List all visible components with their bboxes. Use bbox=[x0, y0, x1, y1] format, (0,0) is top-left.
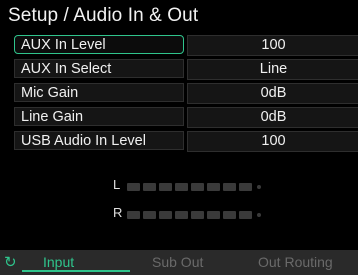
meter-peak-dot bbox=[257, 185, 261, 189]
meter-segment bbox=[223, 211, 236, 219]
tab-input[interactable]: Input bbox=[43, 254, 74, 270]
meter-segment bbox=[175, 211, 188, 219]
setting-value[interactable]: 100 bbox=[187, 131, 358, 152]
setting-value[interactable]: Line bbox=[187, 59, 358, 80]
meter-segment bbox=[175, 183, 188, 191]
meter-segment bbox=[143, 211, 156, 219]
meter-segment bbox=[159, 183, 172, 191]
tab-out-routing[interactable]: Out Routing bbox=[258, 254, 333, 270]
meter-segment bbox=[239, 183, 252, 191]
setting-row-mic-gain[interactable]: Mic Gain 0dB bbox=[14, 83, 358, 104]
meter-segment bbox=[223, 183, 236, 191]
setting-label: USB Audio In Level bbox=[14, 131, 184, 150]
setting-value[interactable]: 100 bbox=[187, 35, 358, 56]
meter-segment bbox=[143, 183, 156, 191]
tab-bar: ↻ Input Sub Out Out Routing bbox=[0, 250, 358, 275]
meter-segment bbox=[159, 211, 172, 219]
meter-segment bbox=[127, 183, 140, 191]
meter-segment bbox=[191, 183, 204, 191]
meter-peak-dot bbox=[257, 213, 261, 217]
setting-label: AUX In Level bbox=[14, 35, 184, 54]
refresh-icon[interactable]: ↻ bbox=[4, 253, 17, 271]
setting-label: AUX In Select bbox=[14, 59, 184, 78]
setting-row-aux-in-level[interactable]: AUX In Level 100 bbox=[14, 35, 358, 56]
meter-segment bbox=[239, 211, 252, 219]
meter-segment bbox=[207, 211, 220, 219]
meter-left-label: L bbox=[113, 177, 121, 192]
meter-segment bbox=[127, 211, 140, 219]
setting-label: Line Gain bbox=[14, 107, 184, 126]
page-title: Setup / Audio In & Out bbox=[8, 5, 199, 26]
setting-value[interactable]: 0dB bbox=[187, 83, 358, 104]
setting-row-aux-in-select[interactable]: AUX In Select Line bbox=[14, 59, 358, 80]
tab-sub-out[interactable]: Sub Out bbox=[152, 254, 203, 270]
meter-segment bbox=[191, 211, 204, 219]
setting-label: Mic Gain bbox=[14, 83, 184, 102]
meter-right-label: R bbox=[113, 205, 123, 220]
tab-active-underline bbox=[22, 270, 130, 272]
setting-value[interactable]: 0dB bbox=[187, 107, 358, 128]
setting-row-usb-audio-in-level[interactable]: USB Audio In Level 100 bbox=[14, 131, 358, 152]
setting-row-line-gain[interactable]: Line Gain 0dB bbox=[14, 107, 358, 128]
meter-segment bbox=[207, 183, 220, 191]
